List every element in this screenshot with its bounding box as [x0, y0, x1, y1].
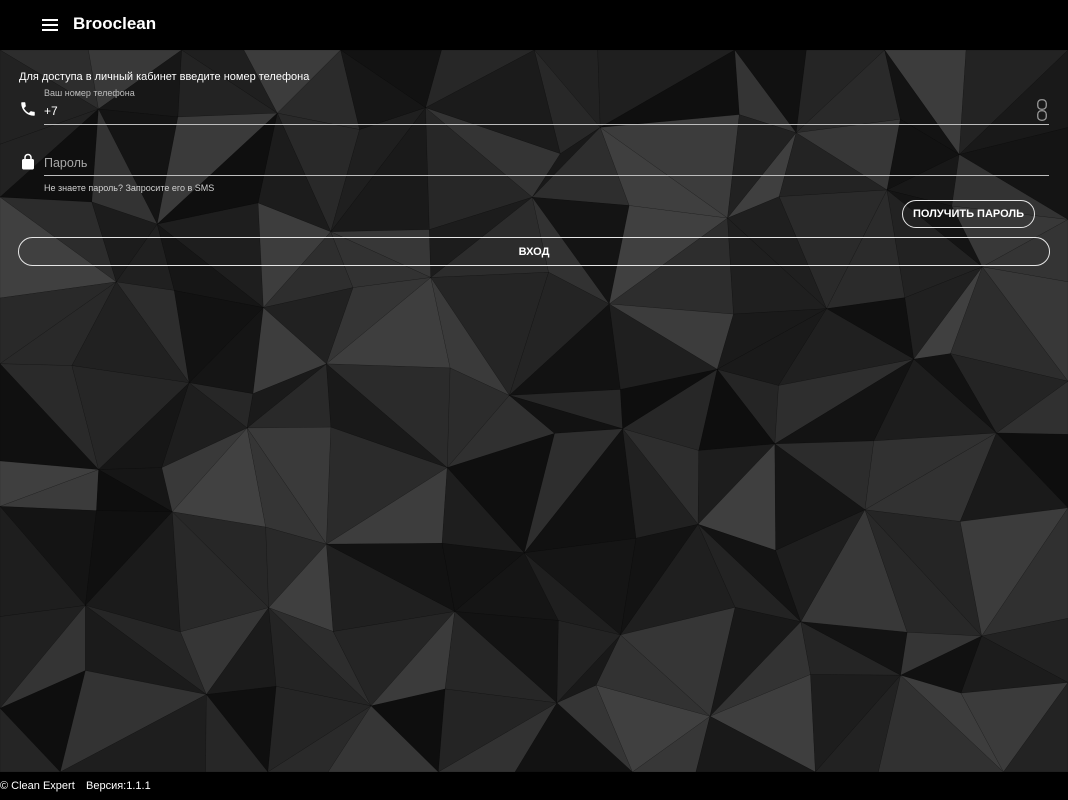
lock-icon — [22, 153, 34, 170]
top-app-bar: Brooclean — [0, 0, 1068, 50]
footer-copyright: © Clean Expert — [0, 780, 75, 792]
footer: © Clean Expert Версия:1.1.1 — [0, 772, 1068, 800]
phone-field: Ваш номер телефона — [44, 88, 1049, 125]
password-field — [44, 150, 1049, 176]
phone-icon — [21, 102, 35, 116]
get-password-button[interactable]: ПОЛУЧИТЬ ПАРОЛЬ — [902, 200, 1035, 228]
app-title: Brooclean — [73, 14, 157, 33]
login-form: Для доступа в личный кабинет введите ном… — [0, 50, 1068, 772]
phone-field-label: Ваш номер телефона — [44, 88, 135, 98]
password-hint: Не знаете пароль? Запросите его в SMS — [44, 183, 215, 193]
phone-input[interactable] — [44, 101, 1024, 121]
login-intro-text: Для доступа в личный кабинет введите ном… — [19, 71, 310, 83]
contacts-icon[interactable] — [1037, 99, 1047, 121]
footer-version: Версия:1.1.1 — [86, 780, 151, 792]
app-root: Brooclean Для доступа в личный кабинет в… — [0, 0, 1068, 800]
menu-icon[interactable] — [36, 12, 64, 38]
password-input[interactable] — [44, 153, 1034, 173]
login-button[interactable]: ВХОД — [18, 237, 1050, 266]
